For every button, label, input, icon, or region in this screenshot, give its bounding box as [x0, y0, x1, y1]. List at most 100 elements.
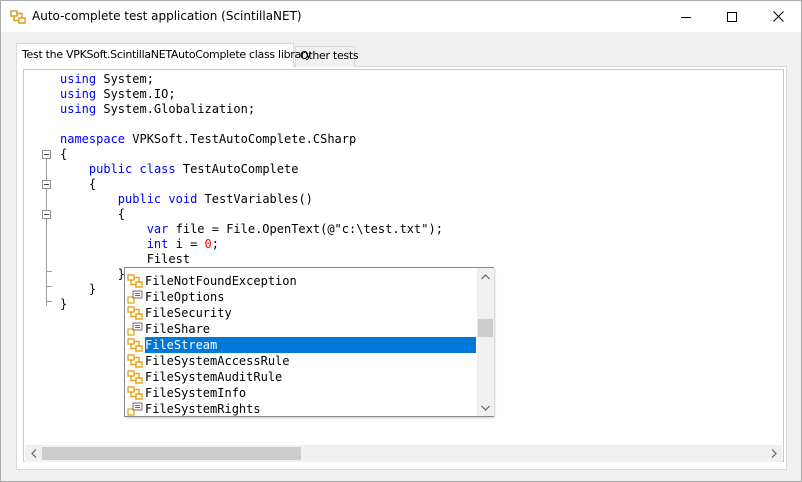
code-line: {: [60, 207, 125, 222]
autocomplete-item-label: FileSystemRights: [145, 402, 261, 416]
autocomplete-item-label: FileSystemAccessRule: [145, 354, 290, 368]
keyword-token: class: [139, 162, 176, 176]
app-window: Auto-complete test application (Scintill…: [0, 0, 802, 482]
code-token: file = File.OpenText(@"c:\test.txt");: [168, 222, 443, 236]
horizontal-scrollbar[interactable]: [25, 445, 782, 462]
autocomplete-item[interactable]: FileSecurity: [125, 305, 477, 321]
autocomplete-item[interactable]: FileSystemAccessRule: [125, 353, 477, 369]
autocomplete-item[interactable]: FileSystemAuditRule: [125, 369, 477, 385]
minimize-button[interactable]: [663, 1, 709, 32]
code-token: VPKSoft.TestAutoComplete.CSharp: [125, 132, 357, 146]
keyword-token: public: [88, 162, 133, 176]
code-line: public void TestVariables(): [60, 192, 313, 207]
code-line: using System.IO;: [60, 87, 176, 102]
autocomplete-scrollbar[interactable]: [477, 268, 494, 416]
code-token: ;: [211, 237, 219, 251]
title-bar[interactable]: Auto-complete test application (Scintill…: [1, 1, 801, 32]
keyword-token: int: [146, 237, 169, 251]
code-line: using System;: [60, 72, 154, 87]
class-icon: [127, 369, 143, 385]
enum-icon: [127, 401, 143, 417]
scroll-down-button[interactable]: [477, 399, 494, 416]
autocomplete-item[interactable]: FileOptions: [125, 289, 477, 305]
keyword-token: void: [168, 192, 198, 206]
horizontal-scroll-thumb[interactable]: [42, 447, 301, 460]
code-token: }: [60, 297, 68, 311]
fold-margin[interactable]: [25, 71, 59, 445]
keyword-token: var: [146, 222, 169, 236]
scroll-right-button[interactable]: [765, 445, 782, 462]
close-icon: [772, 11, 784, 22]
class-icon: [127, 385, 143, 401]
autocomplete-item[interactable]: FileNotFoundException: [125, 273, 477, 289]
code-line: using System.Globalization;: [60, 102, 255, 117]
fold-end-marker: [46, 301, 52, 302]
chevron-right-icon: [771, 449, 777, 458]
app-icon: [10, 10, 26, 24]
code-line: {: [60, 147, 67, 162]
autocomplete-item-label: FileSecurity: [145, 306, 232, 320]
maximize-icon: [727, 11, 737, 22]
code-line: {: [60, 177, 96, 192]
autocomplete-item[interactable]: FileSystemRights: [125, 401, 477, 417]
code-line: }: [60, 267, 125, 282]
autocomplete-item-label: FileStream: [145, 337, 476, 353]
code-token: {: [60, 177, 97, 191]
autocomplete-item-label: FileSystemInfo: [145, 386, 247, 400]
code-token: Filest: [60, 252, 191, 266]
class-icon: [127, 353, 143, 369]
close-button[interactable]: [755, 1, 801, 32]
fold-line: [46, 219, 47, 306]
scroll-up-button[interactable]: [477, 268, 494, 285]
chevron-left-icon: [30, 449, 36, 458]
class-icon: [127, 337, 143, 353]
chevron-up-icon: [481, 273, 490, 279]
autocomplete-popup[interactable]: FileNotFoundException FileOptions FileSecu…: [124, 267, 494, 417]
window-title: Auto-complete test application (Scintill…: [32, 9, 302, 23]
chevron-down-icon: [481, 405, 490, 411]
code-line: Filest: [60, 252, 190, 267]
autocomplete-item-label: FileSystemAuditRule: [145, 370, 283, 384]
code-token: System;: [96, 72, 154, 86]
enum-icon: [127, 321, 143, 337]
code-line: }: [60, 297, 67, 312]
fold-end-marker: [46, 286, 52, 287]
tab-test-library[interactable]: Test the VPKSoft.ScintillaNETAutoComplet…: [16, 43, 312, 67]
code-token: i =: [168, 237, 205, 251]
enum-icon: [127, 289, 143, 305]
code-line: int i = 0;: [60, 237, 219, 252]
autocomplete-item[interactable]: FileShare: [125, 321, 477, 337]
fold-line: [46, 159, 47, 180]
class-icon: [127, 273, 143, 289]
fold-end-marker: [46, 271, 52, 272]
code-token: {: [60, 207, 126, 221]
code-token: TestVariables(): [197, 192, 313, 206]
number-token: 0: [204, 237, 212, 251]
code-line: public class TestAutoComplete: [60, 162, 299, 177]
fold-line: [46, 189, 47, 210]
fold-toggle-namespace[interactable]: [42, 150, 51, 159]
keyword-token: namespace: [60, 132, 126, 146]
autocomplete-item-label: FileNotFoundException: [145, 274, 297, 288]
autocomplete-item-label: FileOptions: [145, 290, 225, 304]
code-token: {: [60, 147, 68, 161]
fold-toggle-class[interactable]: [42, 180, 51, 189]
vertical-scroll-thumb[interactable]: [478, 319, 493, 337]
code-token: }: [60, 282, 97, 296]
minimize-icon: [681, 16, 691, 18]
autocomplete-item[interactable]: FileStream: [125, 337, 477, 353]
maximize-button[interactable]: [709, 1, 755, 32]
code-token: TestAutoComplete: [175, 162, 299, 176]
keyword-token: using: [60, 72, 97, 86]
code-token: System.IO;: [96, 87, 176, 101]
code-token: System.Globalization;: [96, 102, 256, 116]
autocomplete-item-label: FileShare: [145, 322, 211, 336]
fold-toggle-method[interactable]: [42, 210, 51, 219]
scroll-left-button[interactable]: [25, 445, 42, 462]
keyword-token: public: [117, 192, 162, 206]
autocomplete-item[interactable]: FileSystemInfo: [125, 385, 477, 401]
